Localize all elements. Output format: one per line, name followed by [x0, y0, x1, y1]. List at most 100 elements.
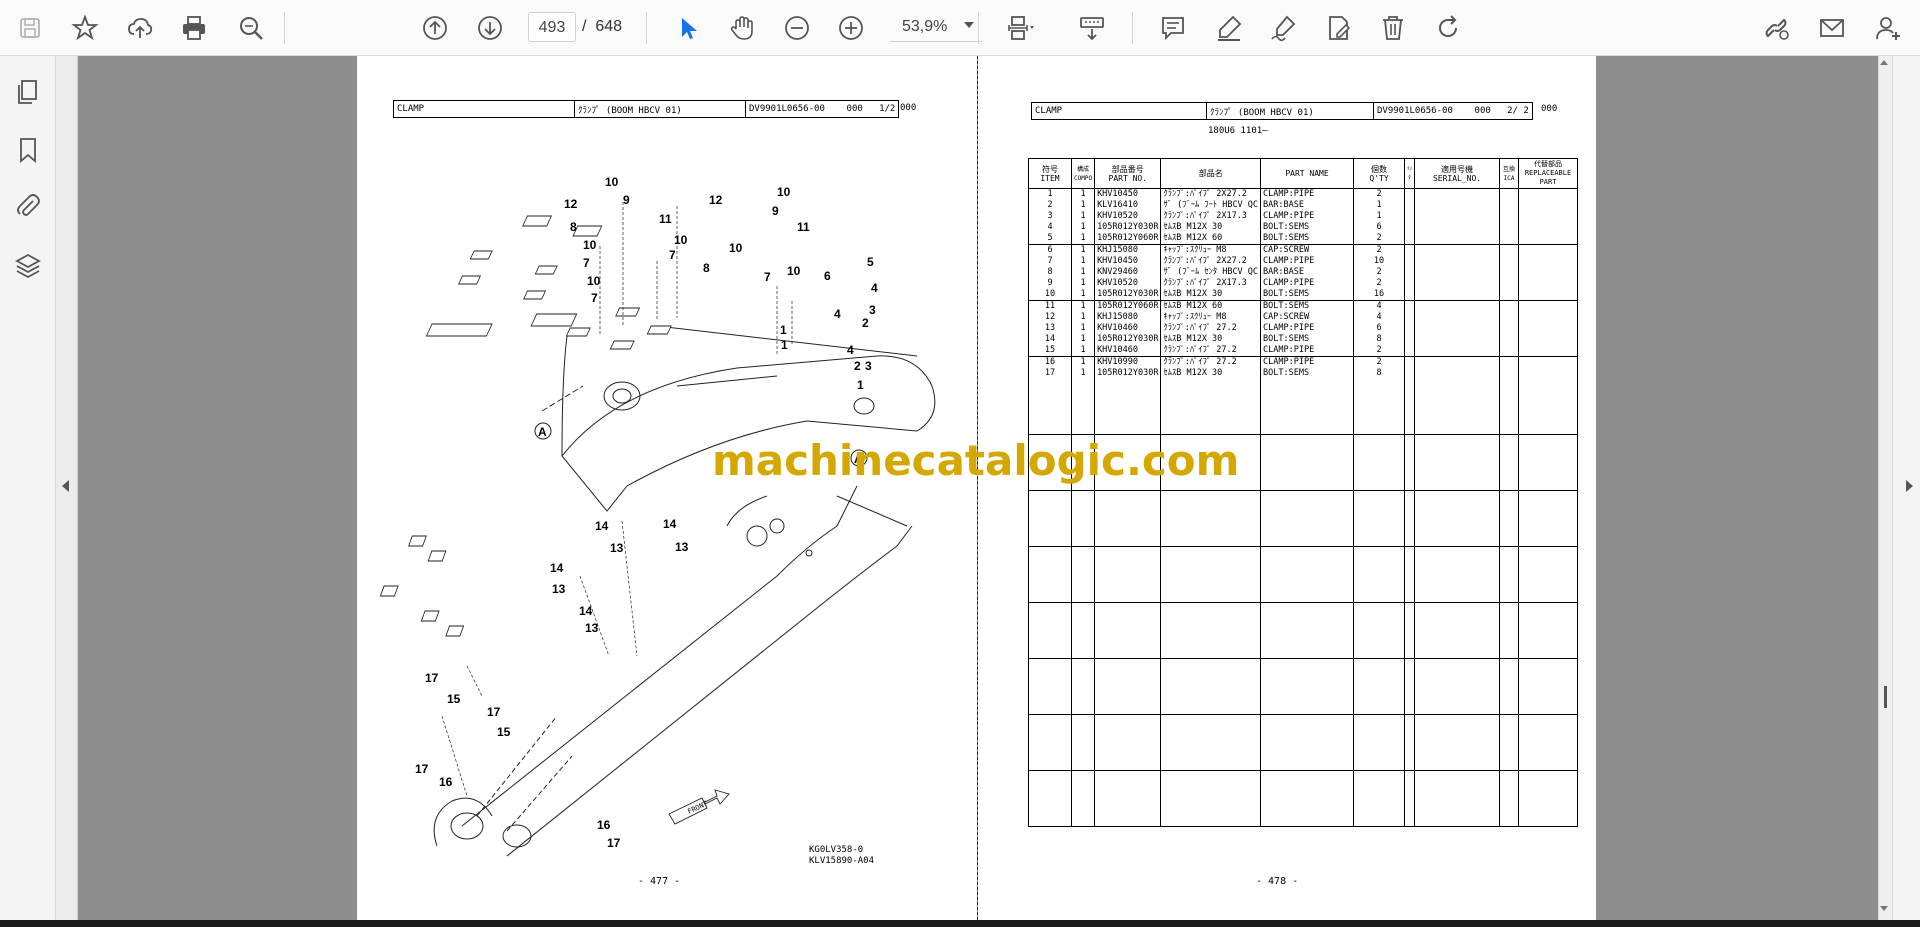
cell-name: CLAMP:PIPE — [1260, 356, 1355, 368]
save-icon[interactable] — [10, 8, 50, 48]
total-pages: 648 — [595, 18, 623, 35]
select-cursor-icon[interactable] — [668, 8, 708, 48]
share-link-icon[interactable] — [1756, 8, 1796, 48]
callout-number: 17 — [425, 671, 439, 685]
cell-comp: 1 — [1070, 256, 1096, 267]
attachment-icon[interactable] — [8, 186, 48, 226]
layers-icon[interactable] — [8, 246, 48, 286]
cell-item: 9 — [1028, 278, 1072, 289]
cell-jp: ｸﾗﾝﾌﾟ:ﾊﾟｲﾌﾟ 2X17.3 — [1160, 211, 1262, 222]
callout-number: 7 — [669, 248, 676, 262]
cell-empty — [1160, 714, 1262, 771]
cell-empty — [1518, 200, 1579, 211]
callout-number: 13 — [610, 541, 624, 555]
cell-empty — [1404, 434, 1416, 491]
cell-qty: 8 — [1353, 368, 1406, 379]
zoom-search-icon[interactable] — [231, 8, 271, 48]
cell-name: BAR:BASE — [1260, 200, 1355, 211]
cell-empty — [1518, 490, 1579, 547]
parts-row: 4 1 105R012Y030R ｾﾑｽB M12X 30 BOLT:SEMS 6 — [1028, 222, 1579, 233]
cell-item: 3 — [1028, 211, 1072, 222]
cell-comp: 1 — [1070, 368, 1096, 379]
top-toolbar: 493 / 648 53,9% — [0, 0, 1920, 56]
cell-jp: ｷｬｯﾌﾟ:ｽｸﾘｭｰ M8 — [1160, 312, 1262, 323]
page-number-left: - 477 - — [638, 876, 681, 887]
cell-empty — [1414, 200, 1501, 211]
cell-empty — [1404, 490, 1416, 547]
cell-empty — [1414, 356, 1501, 368]
rotate-icon[interactable] — [1428, 8, 1468, 48]
parts-row: 11 1 105R012Y060R ｾﾑｽB M12X 60 BOLT:SEMS 4 — [1028, 300, 1579, 312]
next-page-icon[interactable] — [470, 8, 510, 48]
page-number-input[interactable]: 493 — [528, 12, 576, 42]
cell-empty — [1404, 312, 1416, 323]
bookmark-icon[interactable] — [8, 130, 48, 170]
page-fit-icon[interactable] — [1000, 8, 1040, 48]
callout-number: 10 — [674, 233, 688, 247]
cell-partno: 105R012Y030R — [1094, 222, 1162, 233]
cell-comp: 1 — [1070, 267, 1096, 278]
cell-comp: 1 — [1070, 334, 1096, 345]
star-icon[interactable] — [65, 8, 105, 48]
cell-comp: 1 — [1070, 188, 1096, 200]
cell-empty — [1499, 546, 1520, 603]
callout-number: 4 — [847, 343, 854, 357]
cell-name: CLAMP:PIPE — [1260, 188, 1355, 200]
callout-number: 7 — [583, 256, 590, 270]
user-add-icon[interactable] — [1868, 8, 1908, 48]
blank-row — [1028, 602, 1579, 659]
cell-empty — [1518, 312, 1579, 323]
chevron-down-icon[interactable] — [964, 22, 974, 28]
cell-empty — [1518, 658, 1579, 715]
scroll-mode-icon[interactable] — [1072, 8, 1112, 48]
cell-empty — [1404, 770, 1416, 827]
collapse-left-panel-icon[interactable] — [62, 480, 69, 492]
edit-pdf-icon[interactable] — [1318, 8, 1358, 48]
zoom-in-icon[interactable] — [831, 8, 871, 48]
expand-right-panel-icon[interactable] — [1906, 480, 1913, 492]
comment-icon[interactable] — [1153, 8, 1193, 48]
callout-number: 11 — [797, 220, 810, 234]
hand-tool-icon[interactable] — [722, 8, 762, 48]
scroll-down-arrow-icon[interactable] — [1880, 906, 1888, 911]
cell-partno: KHV10990 — [1094, 356, 1162, 368]
scroll-up-arrow-icon[interactable] — [1880, 60, 1888, 65]
callout-number: 9 — [772, 204, 779, 218]
scrollbar-thumb[interactable] — [1884, 686, 1887, 708]
callout-number: 3 — [865, 359, 872, 373]
cell-item: 2 — [1028, 200, 1072, 211]
cell-empty — [1404, 200, 1416, 211]
cell-empty — [1260, 714, 1355, 771]
cell-item: 11 — [1028, 300, 1072, 312]
previous-page-icon[interactable] — [415, 8, 455, 48]
zoom-out-icon[interactable] — [777, 8, 817, 48]
cell-empty — [1499, 289, 1520, 301]
parts-row: 1 1 KHV10450 ｸﾗﾝﾌﾟ:ﾊﾟｲﾌﾟ 2X27.2 CLAMP:PIPE 2 — [1028, 188, 1579, 200]
callout-number: 10 — [777, 185, 791, 199]
mail-icon[interactable] — [1812, 8, 1852, 48]
upload-cloud-icon[interactable] — [120, 8, 160, 48]
callout-number: 10 — [587, 274, 601, 288]
cell-empty — [1404, 658, 1416, 715]
cell-empty — [1070, 602, 1096, 659]
cell-empty — [1499, 300, 1520, 312]
cell-jp: ｷｬｯﾌﾟ:ｽｸﾘｭｰ M8 — [1160, 244, 1262, 256]
cell-item: 10 — [1028, 289, 1072, 301]
highlight-pen-icon[interactable] — [1209, 8, 1249, 48]
cell-name: BOLT:SEMS — [1260, 222, 1355, 233]
cell-item: 8 — [1028, 267, 1072, 278]
cell-empty — [1414, 278, 1501, 289]
vertical-scrollbar[interactable] — [1878, 56, 1893, 920]
sign-pen-icon[interactable] — [1263, 8, 1303, 48]
page-separator: / — [582, 18, 587, 35]
cell-empty — [1160, 490, 1262, 547]
page-thumbnails-icon[interactable] — [8, 72, 48, 112]
cell-jp: ｾﾑｽB M12X 60 — [1160, 300, 1262, 312]
cell-qty: 8 — [1353, 334, 1406, 345]
trash-icon[interactable] — [1373, 8, 1413, 48]
print-icon[interactable] — [174, 8, 214, 48]
cell-empty — [1353, 434, 1406, 491]
callout-number: 17 — [607, 836, 621, 850]
cell-empty — [1414, 334, 1501, 345]
page-number-right: - 478 - — [1256, 876, 1299, 887]
